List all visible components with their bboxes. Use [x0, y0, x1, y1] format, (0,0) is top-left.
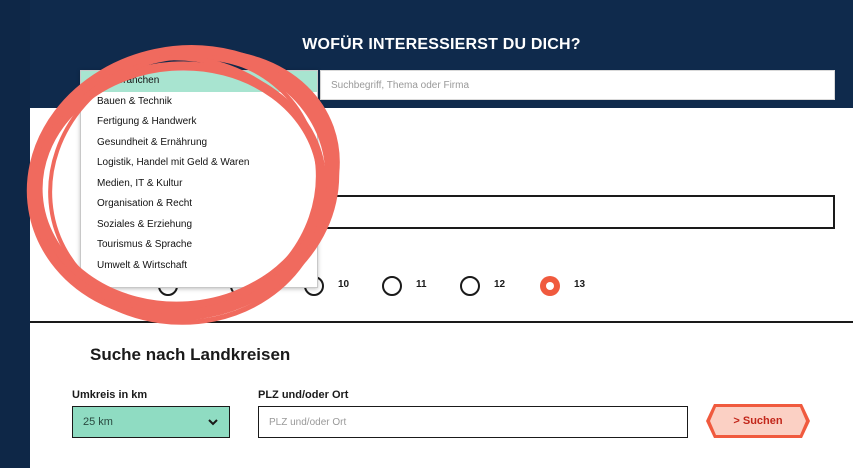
- option-label: Gesundheit & Ernährung: [97, 136, 208, 148]
- dropdown-option[interactable]: Umwelt & Wirtschaft: [81, 256, 317, 277]
- option-label: Fertigung & Handwerk: [97, 116, 197, 127]
- option-label: Bauen & Technik: [97, 95, 172, 107]
- chevron-down-icon: [208, 419, 218, 426]
- dropdown-option[interactable]: Soziales & Erziehung: [81, 215, 317, 236]
- search-panel: WOFÜR INTERESSIERST DU DICH? Suchbegriff…: [30, 0, 853, 468]
- dropdown-option[interactable]: Bauen & Technik: [81, 92, 317, 113]
- check-icon: ✓: [87, 76, 95, 86]
- option-label: Soziales & Erziehung: [97, 218, 193, 230]
- radio-13[interactable]: [540, 276, 560, 296]
- umkreis-value: 25 km: [83, 416, 113, 428]
- plz-placeholder: PLZ und/oder Ort: [269, 416, 347, 428]
- radio-12[interactable]: [460, 276, 480, 296]
- dropdown-option[interactable]: Fertigung & Handwerk: [81, 112, 317, 133]
- option-label: Alle Branchen: [97, 75, 160, 86]
- dropdown-option[interactable]: ✓ Alle Branchen: [81, 71, 317, 92]
- radio-label-10: 10: [338, 279, 350, 290]
- branchen-dropdown-list: ✓ Alle Branchen Bauen & Technik Fertigung…: [80, 70, 318, 288]
- radio-label-12: 12: [494, 279, 506, 290]
- option-label: Organisation & Recht: [97, 198, 193, 209]
- option-label: Medien, IT & Kultur: [97, 177, 183, 189]
- radio-label-11: 11: [416, 279, 427, 290]
- radio-label-13: 13: [574, 279, 586, 290]
- dropdown-option[interactable]: Tourismus & Sprache: [81, 235, 317, 256]
- dropdown-option[interactable]: Medien, IT & Kultur: [81, 174, 317, 195]
- option-label: Tourismus & Sprache: [97, 239, 193, 250]
- search-button[interactable]: > Suchen: [706, 404, 810, 438]
- plz-label: PLZ und/oder Ort: [258, 389, 349, 401]
- umkreis-select[interactable]: 25 km: [72, 406, 230, 438]
- option-label: Logistik, Handel mit Geld & Waren: [97, 157, 250, 168]
- radio-11[interactable]: [382, 276, 402, 296]
- divider: [30, 321, 853, 323]
- umkreis-label: Umkreis in km: [72, 389, 148, 401]
- search-button-label: > Suchen: [733, 415, 783, 427]
- dropdown-option[interactable]: Organisation & Recht: [81, 194, 317, 215]
- section-title: Suche nach Landkreisen: [90, 345, 291, 364]
- dropdown-option[interactable]: Logistik, Handel mit Geld & Waren: [81, 153, 317, 174]
- option-label: Umwelt & Wirtschaft: [97, 259, 188, 271]
- dropdown-option[interactable]: Gesundheit & Ernährung: [81, 133, 317, 154]
- page-title: WOFÜR INTERESSIERST DU DICH?: [302, 36, 581, 53]
- search-placeholder: Suchbegriff, Thema oder Firma: [331, 79, 470, 91]
- plz-input[interactable]: PLZ und/oder Ort: [258, 406, 688, 438]
- secondary-input[interactable]: [270, 195, 835, 229]
- search-input[interactable]: Suchbegriff, Thema oder Firma: [320, 70, 835, 100]
